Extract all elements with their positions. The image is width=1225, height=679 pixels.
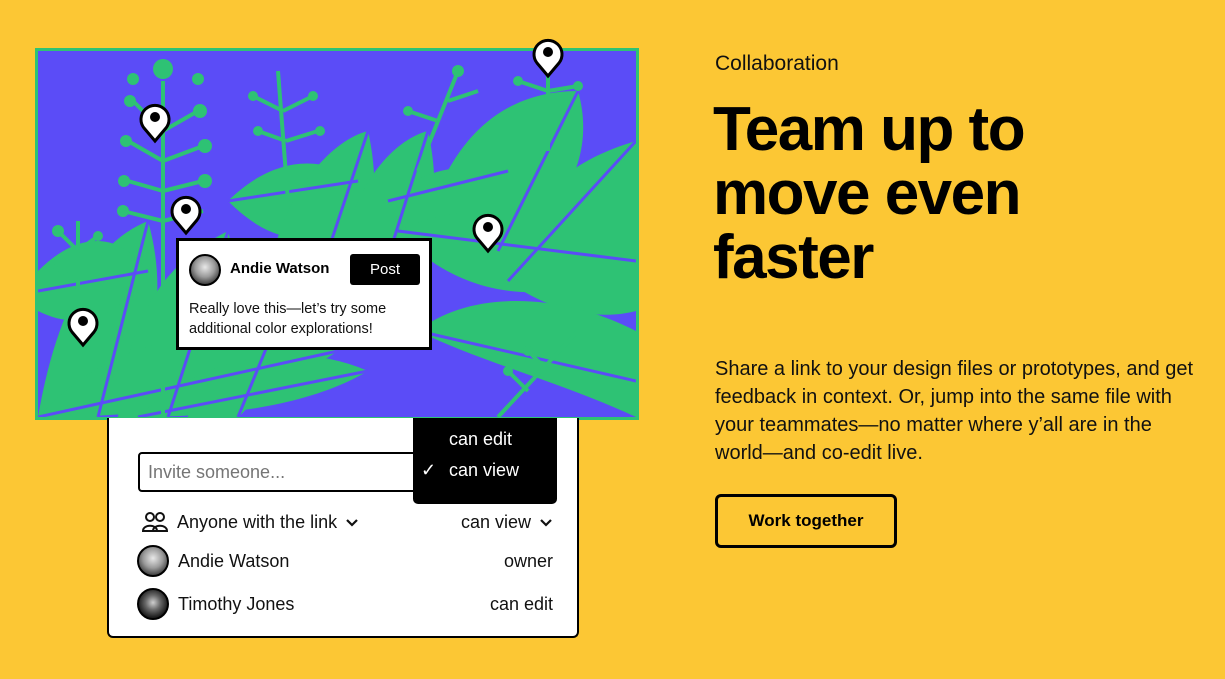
link-access-dropdown[interactable]: Anyone with the link (137, 506, 359, 538)
member-role[interactable]: can edit (490, 594, 553, 615)
link-permission-dropdown[interactable]: can view (461, 506, 553, 538)
people-icon (141, 512, 169, 532)
member-row: Andie Watson owner (137, 545, 553, 577)
member-name: Andie Watson (178, 550, 290, 571)
avatar (189, 254, 221, 286)
permission-option-can-view[interactable]: ✓ can view (413, 455, 557, 485)
member-name: Timothy Jones (178, 593, 295, 614)
avatar (137, 545, 169, 577)
leaf-pattern (38, 59, 636, 417)
map-pin-icon[interactable] (137, 100, 173, 144)
page-title: Team up to move even faster (713, 95, 1026, 292)
comment-card: Andie Watson Post Really love this—let’s… (176, 238, 432, 350)
post-button[interactable]: Post (350, 254, 420, 285)
invite-input[interactable] (138, 452, 438, 492)
check-icon: ✓ (421, 460, 437, 480)
link-access-row: Anyone with the link can view (137, 506, 553, 538)
permission-option-can-edit[interactable]: can edit (413, 424, 557, 454)
avatar (137, 588, 169, 620)
section-eyebrow: Collaboration (715, 52, 839, 75)
comment-text: Really love this—let’s try some addition… (189, 301, 387, 337)
chevron-down-icon (540, 519, 552, 527)
collaboration-illustration (35, 48, 639, 420)
map-pin-icon[interactable] (470, 210, 506, 254)
member-role: owner (503, 550, 553, 571)
permission-dropdown-menu: can edit ✓ can view (413, 418, 557, 504)
comment-author: Andie Watson (230, 260, 330, 277)
section-description: Share a link to your design files or pro… (715, 358, 1194, 464)
member-row: Timothy Jones can edit (137, 588, 553, 620)
work-together-button[interactable]: Work together (715, 494, 897, 548)
chevron-down-icon (346, 519, 358, 527)
map-pin-icon[interactable] (65, 304, 101, 348)
map-pin-icon[interactable] (168, 192, 204, 236)
share-dialog: can edit ✓ can view Anyone with the link… (107, 418, 579, 638)
map-pin-icon[interactable] (530, 35, 566, 79)
